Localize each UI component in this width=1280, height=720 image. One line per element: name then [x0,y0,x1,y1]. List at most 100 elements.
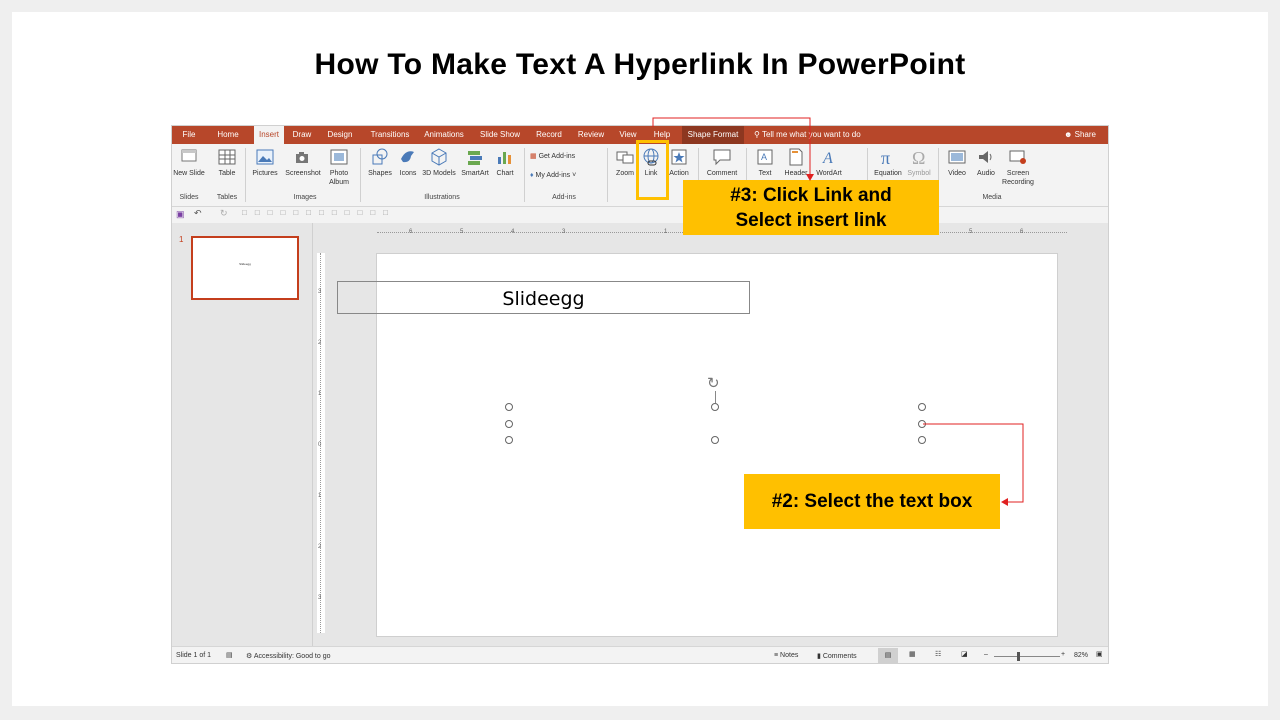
accessibility-label: Accessibility: Good to go [253,653,331,660]
smartart-icon [468,151,482,165]
resize-handle-top-left[interactable] [505,403,513,411]
svg-text:A: A [761,152,767,162]
slide-sorter-icon[interactable]: ▦ [909,650,916,658]
ruler-h-label: 5 [460,229,464,235]
reading-view-icon[interactable]: ☷ [935,650,941,658]
pi-icon: π [881,148,890,167]
normal-view-icon: ▤ [884,652,892,659]
my-addins-button[interactable]: ♦ My Add-ins ˅ [530,172,576,179]
save-icon[interactable]: ▣ [176,209,185,220]
resize-handle-left[interactable] [505,420,513,428]
pictures-label: Pictures [252,170,278,177]
resize-handle-top-right[interactable] [918,403,926,411]
normal-view-button[interactable]: ▤ [878,648,898,663]
text-box-button[interactable]: A Text [748,147,782,178]
group-label-media: Media [982,194,1002,201]
new-slide-button[interactable]: New Slide [172,147,206,178]
resize-handle-bottom-right[interactable] [918,436,926,444]
tab-transitions[interactable]: Transitions [368,126,412,144]
bird-icon [401,151,414,163]
person-icon: ☻ [1063,130,1073,139]
zoom-in-icon[interactable]: + [1061,651,1065,658]
tab-animations[interactable]: Animations [422,126,466,144]
header-footer-button[interactable]: Header [779,147,813,178]
selected-text-box[interactable]: Slideegg [337,281,750,314]
tab-file[interactable]: File [178,126,200,144]
wordart-button[interactable]: A WordArt [812,147,846,178]
screenshot-label: Screenshot [285,170,321,177]
header-footer-icon [789,148,803,166]
tell-me-label: Tell me what you want to do [761,130,861,139]
get-addins-button[interactable]: ▦ Get Add-ins [530,152,575,160]
status-bar: Slide 1 of 1 ▤ ⚙ Accessibility: Good to … [172,646,1108,663]
tab-draw[interactable]: Draw [290,126,314,144]
ruler-v-label: 3 [318,595,322,601]
omega-icon: Ω [912,148,925,167]
spellcheck-icon[interactable]: ▤ [226,651,233,659]
svg-text:π: π [881,148,890,167]
tab-home[interactable]: Home [214,126,242,144]
ruler-v-label: 3 [318,289,322,295]
table-icon [218,149,236,165]
store-icon: ▦ [530,153,537,160]
photo-album-label: Photo Album [329,170,349,186]
zoom-slider-thumb[interactable] [1017,652,1020,661]
tell-me-search[interactable]: ⚲ Tell me what you want to do [754,126,861,144]
quick-access-toolbar: ▣ ↶ ↻ □□□□□□□□□□□□ [172,207,1108,223]
tab-review[interactable]: Review [576,126,606,144]
photo-album-button[interactable]: Photo Album [322,147,356,187]
equation-button[interactable]: π Equation [870,147,906,178]
tab-record[interactable]: Record [534,126,564,144]
comments-button[interactable]: ▮ Comments [817,652,857,660]
shapes-icon [372,148,388,165]
tab-slide-show[interactable]: Slide Show [478,126,522,144]
text-box-content[interactable]: Slideegg [338,288,749,310]
fit-to-window-icon[interactable]: ▣ [1096,650,1103,658]
group-separator [245,148,246,202]
slide-counter: Slide 1 of 1 [176,652,212,659]
slide-thumbnail[interactable]: Slideegg [191,236,299,300]
zoom-level[interactable]: 82% [1074,652,1088,659]
tab-shape-format[interactable]: Shape Format [682,126,744,144]
resize-handle-top[interactable] [711,403,719,411]
pictures-button[interactable]: Pictures [248,147,282,178]
ruler-v-label: 1 [318,391,322,397]
table-label: Table [218,170,236,177]
zoom-out-icon[interactable]: – [984,651,988,658]
resize-handle-bottom-left[interactable] [505,436,513,444]
screen-recording-button[interactable]: Screen Recording [998,147,1038,187]
slideshow-icon[interactable]: ◪ [961,650,968,658]
redo-icon[interactable]: ↻ [220,208,228,219]
my-addins-label: My Add-ins [535,172,571,179]
wordart-label: WordArt [816,170,842,177]
3d-models-button[interactable]: 3D Models [422,147,456,178]
accessibility-status[interactable]: ⚙ Accessibility: Good to go [246,652,331,660]
new-slide-label: New Slide [173,170,205,177]
resize-handle-bottom[interactable] [711,436,719,444]
tab-insert[interactable]: Insert [254,126,284,144]
group-separator [360,148,361,202]
3d-models-label: 3D Models [422,170,456,177]
ruler-h-label: 5 [969,229,973,235]
ruler-v-label: 2 [318,544,322,550]
table-button[interactable]: Table [210,147,244,178]
quick-tools-icon[interactable]: □□□□□□□□□□□□ [242,208,396,217]
icons-button[interactable]: Icons [391,147,425,178]
tab-design[interactable]: Design [325,126,355,144]
resize-handle-right[interactable] [918,420,926,428]
share-button[interactable]: ☻ Share [1064,126,1096,144]
comment-button[interactable]: Comment [702,147,742,178]
thumbnail-text: Slideegg [239,262,251,266]
screenshot-button[interactable]: Screenshot [284,147,322,178]
slide-thumbnail-pane: 1 Slideegg [172,223,313,646]
zoom-slider[interactable] [994,656,1060,657]
symbol-button[interactable]: Ω Symbol [902,147,936,178]
chart-button[interactable]: Chart [488,147,522,178]
notes-button[interactable]: ≡ Notes [774,652,798,659]
rotate-handle-icon[interactable]: ↻ [707,376,720,391]
equation-label: Equation [874,170,902,177]
undo-icon[interactable]: ↶ [194,208,202,219]
accessibility-icon: ⚙ [246,653,253,660]
speaker-icon [979,151,992,163]
chart-icon [498,152,511,164]
